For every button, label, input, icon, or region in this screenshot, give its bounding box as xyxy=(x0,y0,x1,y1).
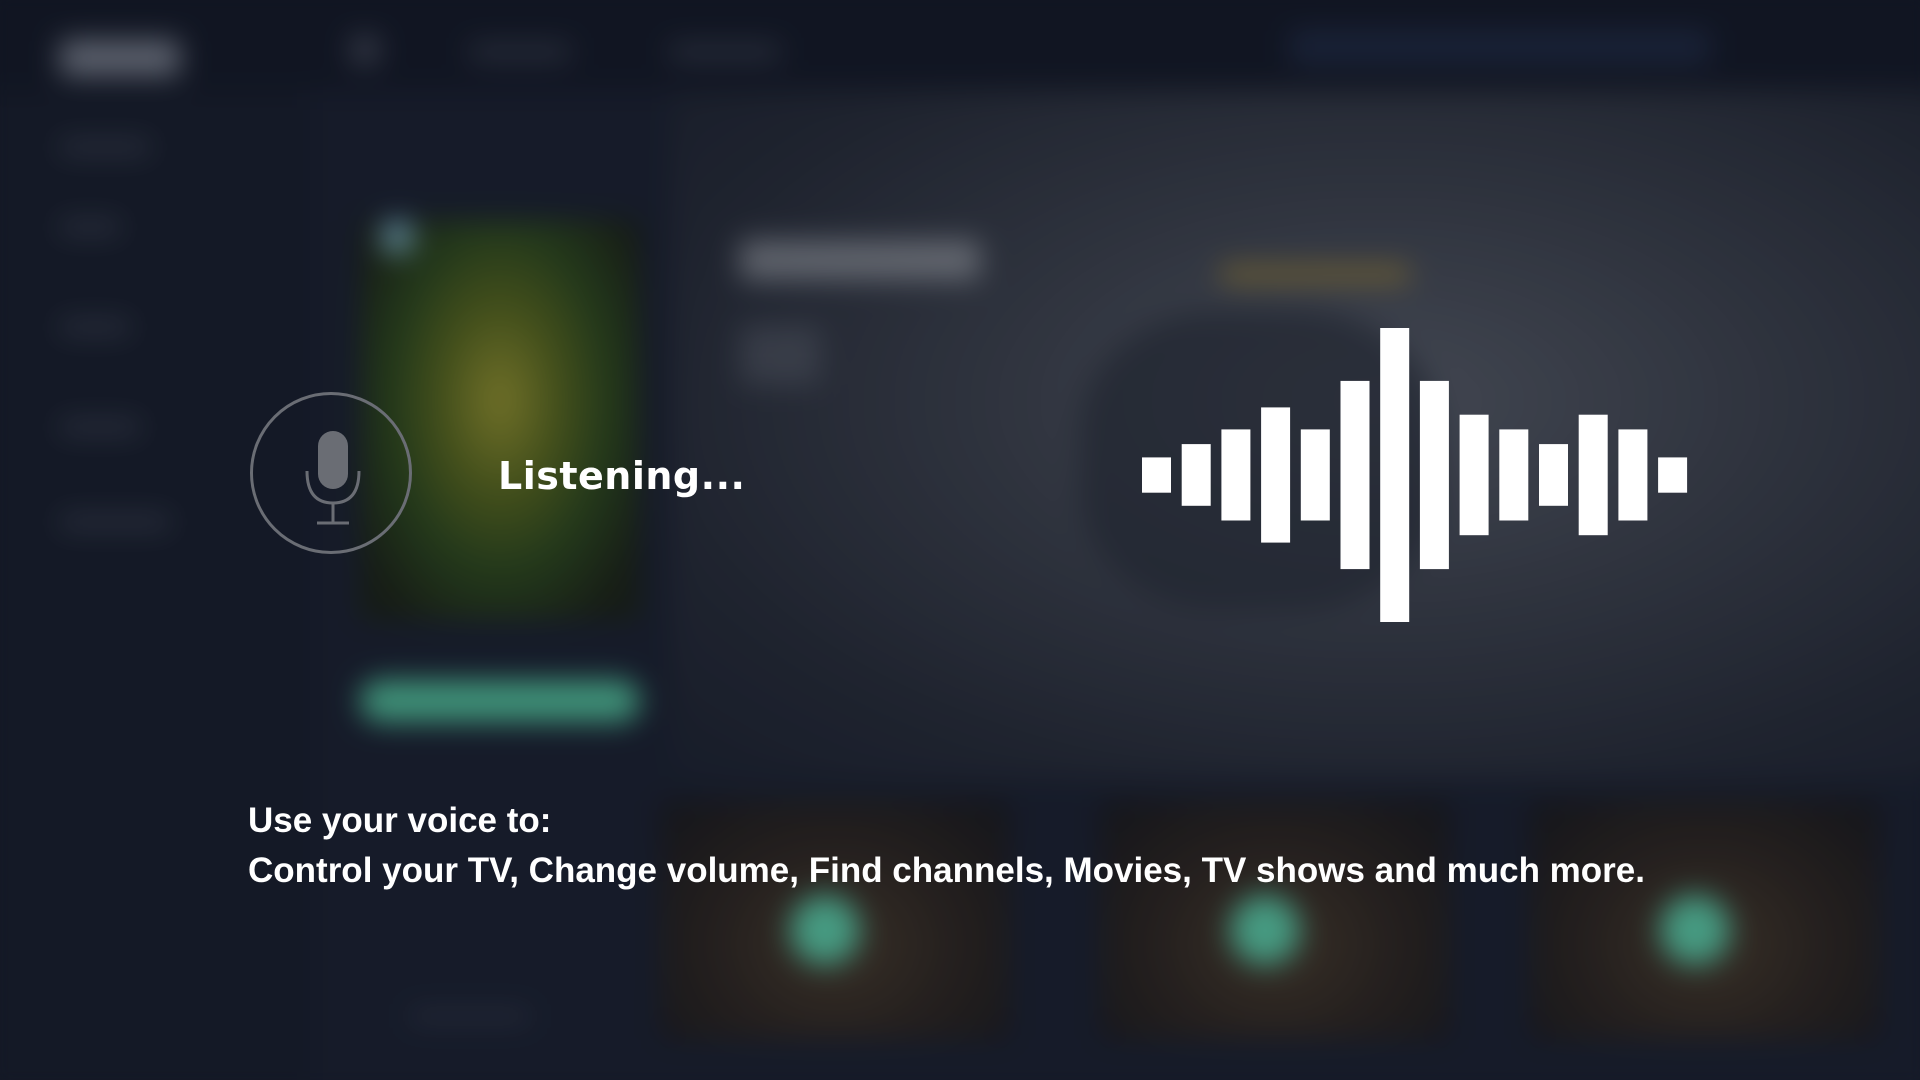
waveform-bar xyxy=(1499,429,1529,521)
voice-hint: Use your voice to: Control your TV, Chan… xyxy=(248,796,1645,896)
waveform-bar xyxy=(1142,457,1171,493)
voice-search-screen: Listening... Use your voice to: Control … xyxy=(0,0,1920,1080)
waveform-bar xyxy=(1419,380,1449,570)
waveform-bar xyxy=(1539,444,1568,506)
audio-waveform-icon xyxy=(1142,328,1688,622)
waveform-bar xyxy=(1658,457,1688,493)
listening-status: Listening... xyxy=(498,454,746,498)
waveform-bar xyxy=(1181,444,1211,506)
microphone-icon xyxy=(305,431,361,525)
waveform-bar xyxy=(1221,429,1251,521)
waveform-bar xyxy=(1300,429,1330,521)
voice-hint-line-2: Control your TV, Change volume, Find cha… xyxy=(248,851,1645,890)
waveform-bar xyxy=(1261,407,1291,543)
microphone-button[interactable] xyxy=(250,392,412,554)
waveform-bar xyxy=(1340,380,1370,570)
waveform-bar xyxy=(1459,414,1489,536)
waveform-bar xyxy=(1380,328,1410,622)
voice-hint-line-1: Use your voice to: xyxy=(248,801,552,840)
waveform-bar xyxy=(1618,429,1648,521)
waveform-bar xyxy=(1578,414,1608,536)
